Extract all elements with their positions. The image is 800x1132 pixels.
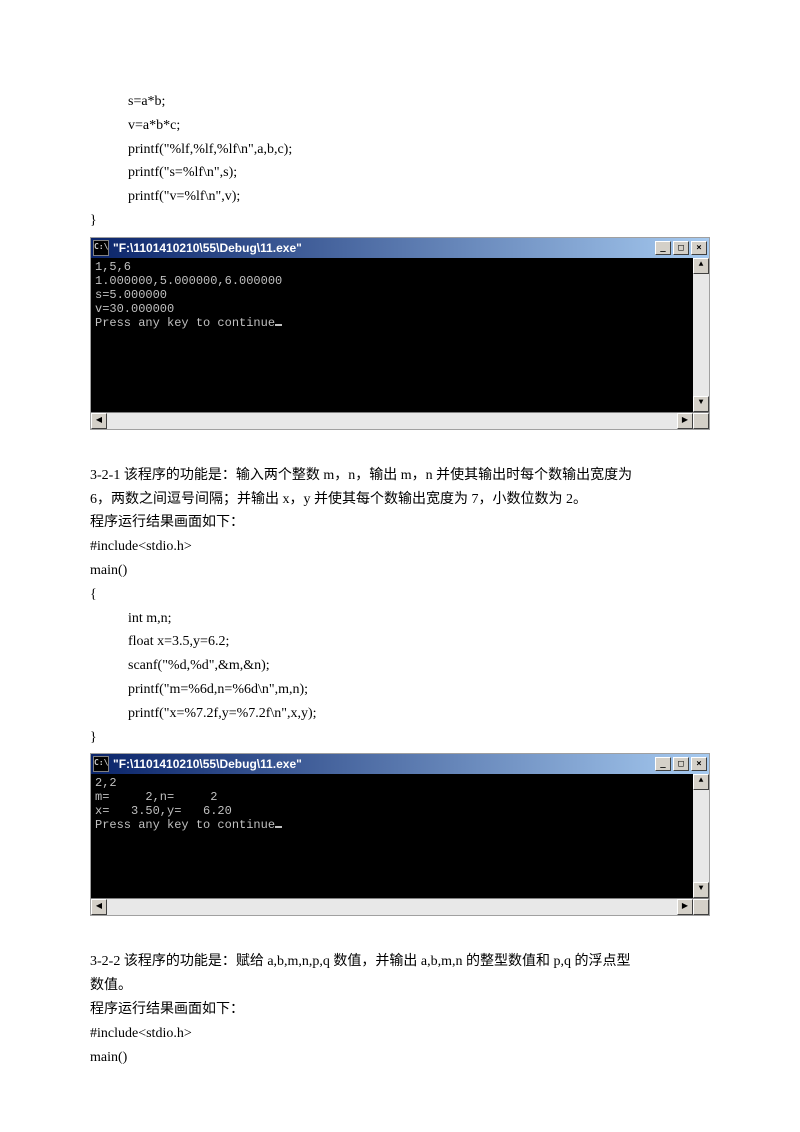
code-line: printf("s=%lf\n",s); — [128, 161, 710, 185]
section-heading-3-2-1: 3-2-1 该程序的功能是：输入两个整数 m，n，输出 m，n 并使其输出时每个… — [90, 464, 710, 488]
code-line: v=a*b*c; — [128, 114, 710, 138]
console-window-2: C:\ "F:\1101410210\55\Debug\11.exe" _ □ … — [90, 753, 710, 916]
code-line: printf("v=%lf\n",v); — [128, 185, 710, 209]
scroll-right-icon[interactable]: ▶ — [677, 899, 693, 915]
code-line: scanf("%d,%d",&m,&n); — [128, 654, 710, 678]
close-button[interactable]: × — [691, 241, 707, 255]
code-line: { — [90, 583, 710, 607]
scrollbar-track[interactable] — [693, 274, 709, 396]
window-title: "F:\1101410210\55\Debug\11.exe" — [113, 238, 302, 258]
code-line: main() — [90, 1046, 710, 1070]
code-line: float x=3.5,y=6.2; — [128, 630, 710, 654]
window-title: "F:\1101410210\55\Debug\11.exe" — [113, 754, 302, 774]
window-titlebar: C:\ "F:\1101410210\55\Debug\11.exe" _ □ … — [91, 238, 709, 258]
code-block-top: s=a*b; v=a*b*c; printf("%lf,%lf,%lf\n",a… — [90, 90, 710, 209]
console-window-1: C:\ "F:\1101410210\55\Debug\11.exe" _ □ … — [90, 237, 710, 430]
terminal-output: 2,2 m= 2,n= 2 x= 3.50,y= 6.20 Press any … — [91, 774, 709, 898]
code-line: printf("%lf,%lf,%lf\n",a,b,c); — [128, 138, 710, 162]
scroll-up-icon[interactable]: ▲ — [693, 258, 709, 274]
scroll-up-icon[interactable]: ▲ — [693, 774, 709, 790]
maximize-button[interactable]: □ — [673, 757, 689, 771]
scroll-left-icon[interactable]: ◀ — [91, 899, 107, 915]
maximize-button[interactable]: □ — [673, 241, 689, 255]
section-heading-3-2-2: 3-2-2 该程序的功能是：赋给 a,b,m,n,p,q 数值，并输出 a,b,… — [90, 950, 710, 974]
code-line: } — [90, 726, 710, 750]
horizontal-scrollbar[interactable]: ◀ ▶ — [91, 412, 709, 429]
terminal-output: 1,5,6 1.000000,5.000000,6.000000 s=5.000… — [91, 258, 709, 412]
code-line: int m,n; — [128, 607, 710, 631]
code-line: } — [90, 209, 710, 233]
code-line: printf("x=%7.2f,y=%7.2f\n",x,y); — [128, 702, 710, 726]
code-block-mid: int m,n; float x=3.5,y=6.2; scanf("%d,%d… — [90, 607, 710, 726]
scroll-right-icon[interactable]: ▶ — [677, 413, 693, 429]
scrollbar-track[interactable] — [693, 790, 709, 882]
cursor-icon — [275, 826, 282, 828]
scrollbar-track[interactable] — [107, 413, 677, 429]
vertical-scrollbar[interactable]: ▲ ▼ — [693, 258, 709, 412]
scroll-down-icon[interactable]: ▼ — [693, 396, 709, 412]
body-text: 6，两数之间逗号间隔；并输出 x，y 并使其每个数输出宽度为 7，小数位数为 2… — [90, 488, 710, 512]
close-button[interactable]: × — [691, 757, 707, 771]
cursor-icon — [275, 324, 282, 326]
body-text: 数值。 — [90, 974, 710, 998]
body-text: 程序运行结果画面如下： — [90, 998, 710, 1022]
code-line: #include<stdio.h> — [90, 1022, 710, 1046]
scrollbar-track[interactable] — [107, 899, 677, 915]
code-line: #include<stdio.h> — [90, 535, 710, 559]
terminal-text: 2,2 m= 2,n= 2 x= 3.50,y= 6.20 Press any … — [95, 776, 275, 832]
minimize-button[interactable]: _ — [655, 757, 671, 771]
horizontal-scrollbar[interactable]: ◀ ▶ — [91, 898, 709, 915]
window-titlebar: C:\ "F:\1101410210\55\Debug\11.exe" _ □ … — [91, 754, 709, 774]
scroll-down-icon[interactable]: ▼ — [693, 882, 709, 898]
scrollbar-corner — [693, 899, 709, 915]
scrollbar-corner — [693, 413, 709, 429]
minimize-button[interactable]: _ — [655, 241, 671, 255]
terminal-text: 1,5,6 1.000000,5.000000,6.000000 s=5.000… — [95, 260, 282, 330]
scroll-left-icon[interactable]: ◀ — [91, 413, 107, 429]
cmd-icon: C:\ — [93, 756, 109, 772]
code-line: s=a*b; — [128, 90, 710, 114]
body-text: 程序运行结果画面如下： — [90, 511, 710, 535]
code-line: printf("m=%6d,n=%6d\n",m,n); — [128, 678, 710, 702]
document-page: s=a*b; v=a*b*c; printf("%lf,%lf,%lf\n",a… — [0, 0, 800, 1132]
vertical-scrollbar[interactable]: ▲ ▼ — [693, 774, 709, 898]
cmd-icon: C:\ — [93, 240, 109, 256]
code-line: main() — [90, 559, 710, 583]
